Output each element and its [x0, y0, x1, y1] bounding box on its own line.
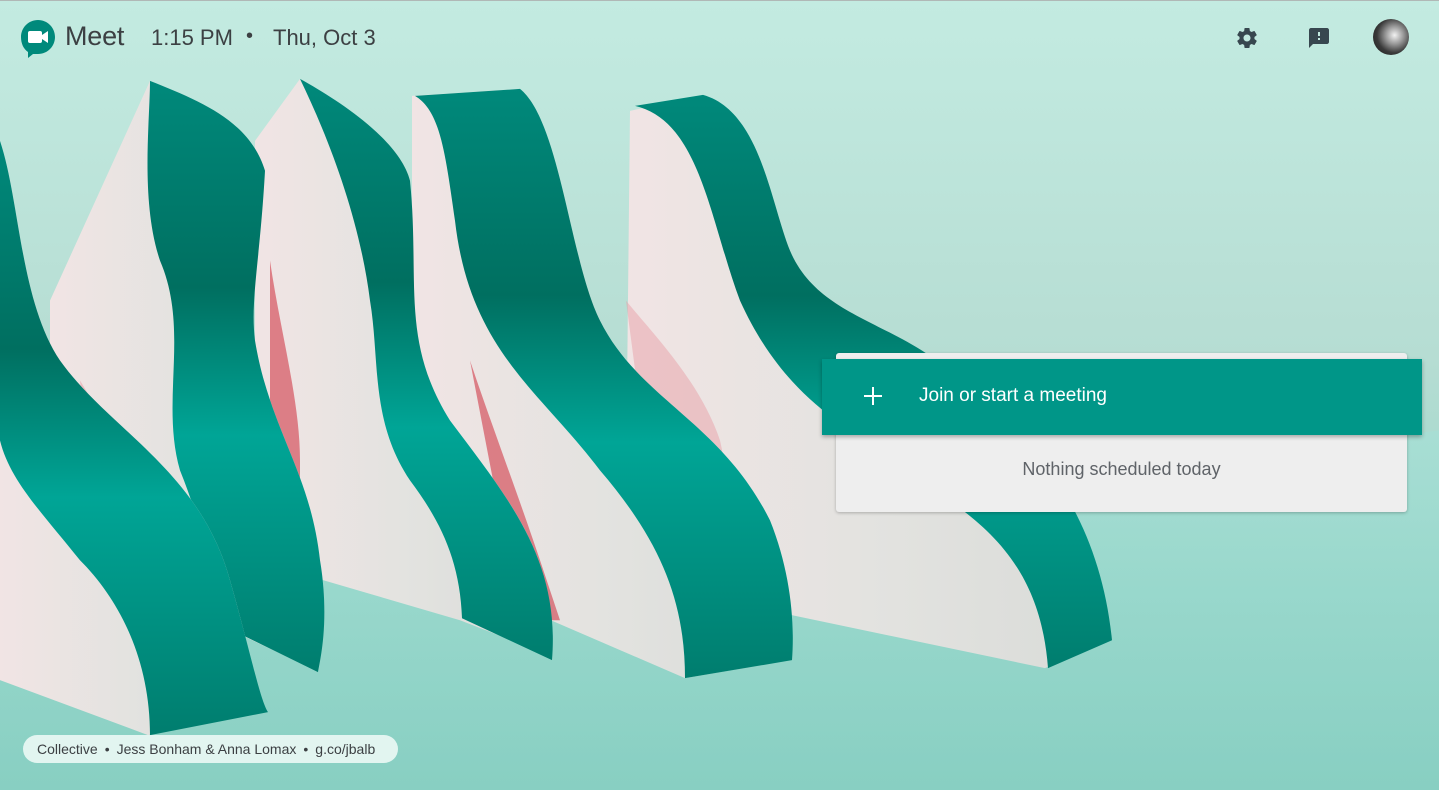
join-or-start-meeting-button[interactable]: Join or start a meeting [822, 359, 1422, 435]
current-date: Thu, Oct 3 [273, 25, 376, 50]
top-bar: Meet 1:15 PM • Thu, Oct 3 [0, 1, 1439, 75]
settings-button[interactable] [1227, 18, 1267, 58]
credit-separator: • [303, 741, 309, 757]
credit-artists: Jess Bonham & Anna Lomax [116, 741, 297, 757]
empty-schedule-message: Nothing scheduled today [1022, 459, 1221, 479]
wallpaper-credit: Collective • Jess Bonham & Anna Lomax • … [23, 735, 398, 763]
credit-link[interactable]: g.co/jbalb [315, 741, 375, 757]
google-meet-logo-icon[interactable] [20, 18, 56, 58]
app-name: Meet [65, 21, 125, 51]
user-avatar[interactable] [1373, 19, 1409, 55]
plus-icon [864, 387, 882, 405]
credit-separator: • [104, 741, 110, 757]
credit-collection: Collective [37, 741, 98, 757]
feedback-icon [1309, 28, 1329, 48]
join-button-label: Join or start a meeting [919, 385, 1107, 406]
gear-icon [1237, 28, 1257, 48]
feedback-button[interactable] [1299, 18, 1339, 58]
current-time: 1:15 PM [151, 25, 233, 50]
header-separator: • [246, 25, 254, 47]
